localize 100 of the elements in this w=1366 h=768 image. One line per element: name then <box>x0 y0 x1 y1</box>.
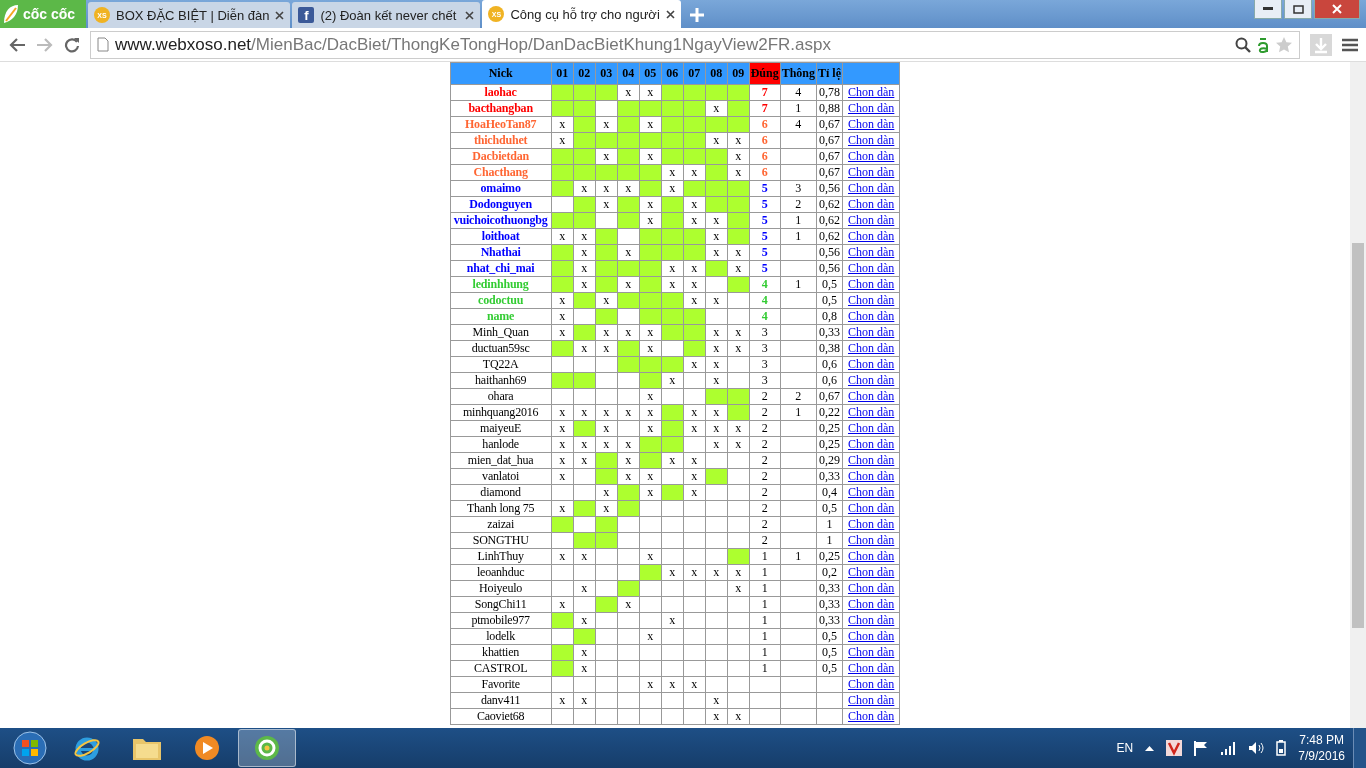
choose-link[interactable]: Chon dàn <box>844 565 899 579</box>
choose-link[interactable]: Chon dàn <box>844 613 899 627</box>
close-icon[interactable] <box>665 9 675 19</box>
table-cell: x <box>551 228 574 245</box>
choose-link[interactable]: Chon dàn <box>844 117 899 131</box>
table-cell: 3 <box>749 324 781 341</box>
choose-link[interactable]: Chon dàn <box>844 533 899 547</box>
nick-cell: leoanhduc <box>450 564 552 581</box>
choose-link[interactable]: Chon dàn <box>844 293 899 307</box>
reload-icon[interactable] <box>64 36 80 53</box>
choose-link[interactable]: Chon dàn <box>844 85 899 99</box>
choose-link[interactable]: Chon dàn <box>844 213 899 227</box>
choose-link[interactable]: Chon dàn <box>844 405 899 419</box>
choose-link[interactable]: Chon dàn <box>844 261 899 275</box>
choose-link[interactable]: Chon dàn <box>844 693 899 707</box>
leaf-icon <box>2 3 20 25</box>
choose-link[interactable]: Chon dàn <box>844 597 899 611</box>
choose-link[interactable]: Chon dàn <box>844 645 899 659</box>
choose-link[interactable]: Chon dàn <box>844 661 899 675</box>
choose-link[interactable]: Chon dàn <box>844 389 899 403</box>
address-bar[interactable]: www.webxoso.net/MienBac/DacBiet/ThongKeTongHop/DanDacBietKhung1NgayView2FR.aspx <box>90 30 1300 59</box>
table-cell: x <box>727 340 750 357</box>
clock[interactable]: 7:48 PM 7/9/2016 <box>1298 732 1345 764</box>
choose-link[interactable]: Chon dàn <box>844 549 899 563</box>
table-cell: 2 <box>749 516 781 533</box>
scrollbar[interactable] <box>1350 62 1366 728</box>
table-cell: x <box>551 596 574 613</box>
table-cell: x <box>595 148 618 165</box>
taskbar-app[interactable] <box>238 729 296 767</box>
choose-link[interactable]: Chon dàn <box>844 677 899 691</box>
restore-button[interactable] <box>1284 0 1312 19</box>
table-cell: 0,67 <box>816 116 843 133</box>
table-cell: x <box>573 580 596 597</box>
choose-link[interactable]: Chon dàn <box>844 325 899 339</box>
nick-cell: laohac <box>450 84 552 101</box>
table-cell: x <box>705 420 728 437</box>
table-cell: x <box>639 628 662 645</box>
column-header: 05 <box>639 62 662 85</box>
scroll-thumb[interactable] <box>1352 243 1364 628</box>
choose-link[interactable]: Chon dàn <box>844 629 899 643</box>
typing-icon[interactable] <box>1257 35 1269 54</box>
choose-link[interactable]: Chon dàn <box>844 437 899 451</box>
choose-link[interactable]: Chon dàn <box>844 229 899 243</box>
table-cell: 1 <box>749 596 781 613</box>
table-cell: 5 <box>749 260 781 277</box>
star-icon[interactable] <box>1275 35 1293 54</box>
choose-link[interactable]: Chon dàn <box>844 581 899 595</box>
v-logo-icon[interactable] <box>1166 740 1183 756</box>
table-cell: 2 <box>780 196 817 213</box>
new-tab-icon[interactable] <box>688 7 705 23</box>
choose-link[interactable]: Chon dàn <box>844 421 899 435</box>
choose-link[interactable]: Chon dàn <box>844 357 899 371</box>
choose-link[interactable]: Chon dàn <box>844 149 899 163</box>
choose-link[interactable]: Chon dàn <box>844 341 899 355</box>
zoom-icon[interactable] <box>1235 36 1251 53</box>
choose-link[interactable]: Chon dàn <box>844 181 899 195</box>
nick-cell: Favorite <box>450 676 552 693</box>
choose-link[interactable]: Chon dàn <box>844 277 899 291</box>
choose-link[interactable]: Chon dàn <box>844 101 899 115</box>
table-cell: x <box>727 148 750 165</box>
table-cell: x <box>617 452 640 469</box>
choose-link[interactable]: Chon dàn <box>844 373 899 387</box>
choose-link[interactable]: Chon dàn <box>844 245 899 259</box>
nick-cell: TQ22A <box>450 356 552 373</box>
close-icon[interactable] <box>465 10 475 20</box>
back-icon[interactable] <box>8 36 26 53</box>
column-header: 07 <box>683 62 706 85</box>
table-cell: x <box>551 692 574 709</box>
choose-link[interactable]: Chon dàn <box>844 197 899 211</box>
choose-link[interactable]: Chon dàn <box>844 709 899 723</box>
table-cell: x <box>727 260 750 277</box>
table-cell: x <box>683 164 706 181</box>
table-cell: 3 <box>749 372 781 389</box>
choose-link[interactable]: Chon dàn <box>844 453 899 467</box>
minimize-icon <box>1263 7 1273 11</box>
table-cell: x <box>573 180 596 197</box>
menu-icon[interactable] <box>1342 37 1358 52</box>
coc-coc-logo-icon <box>253 734 281 762</box>
signal-icon[interactable] <box>1220 741 1237 755</box>
table-cell: x <box>727 436 750 453</box>
choose-link[interactable]: Chon dàn <box>844 517 899 531</box>
close-icon[interactable] <box>275 10 285 20</box>
language-indicator[interactable]: EN <box>1116 741 1134 755</box>
windows-logo-icon <box>13 731 47 765</box>
choose-link[interactable]: Chon dàn <box>844 469 899 483</box>
table-cell: 1 <box>816 532 843 549</box>
minimize-button[interactable] <box>1254 0 1282 19</box>
choose-link[interactable]: Chon dàn <box>844 165 899 179</box>
table-cell: 1 <box>749 612 781 629</box>
speaker-icon[interactable] <box>1248 741 1265 755</box>
choose-link[interactable]: Chon dàn <box>844 485 899 499</box>
choose-link[interactable]: Chon dàn <box>844 133 899 147</box>
close-button[interactable] <box>1314 0 1360 19</box>
battery-icon[interactable] <box>1276 740 1287 756</box>
table-cell: 0,5 <box>816 628 843 645</box>
flag-icon[interactable] <box>1194 740 1209 756</box>
choose-link[interactable]: Chon dàn <box>844 501 899 515</box>
caret-icon[interactable] <box>1145 745 1155 751</box>
browser-tab[interactable]: f (2) Đoàn kết never chết <box>292 2 481 28</box>
choose-link[interactable]: Chon dàn <box>844 309 899 323</box>
